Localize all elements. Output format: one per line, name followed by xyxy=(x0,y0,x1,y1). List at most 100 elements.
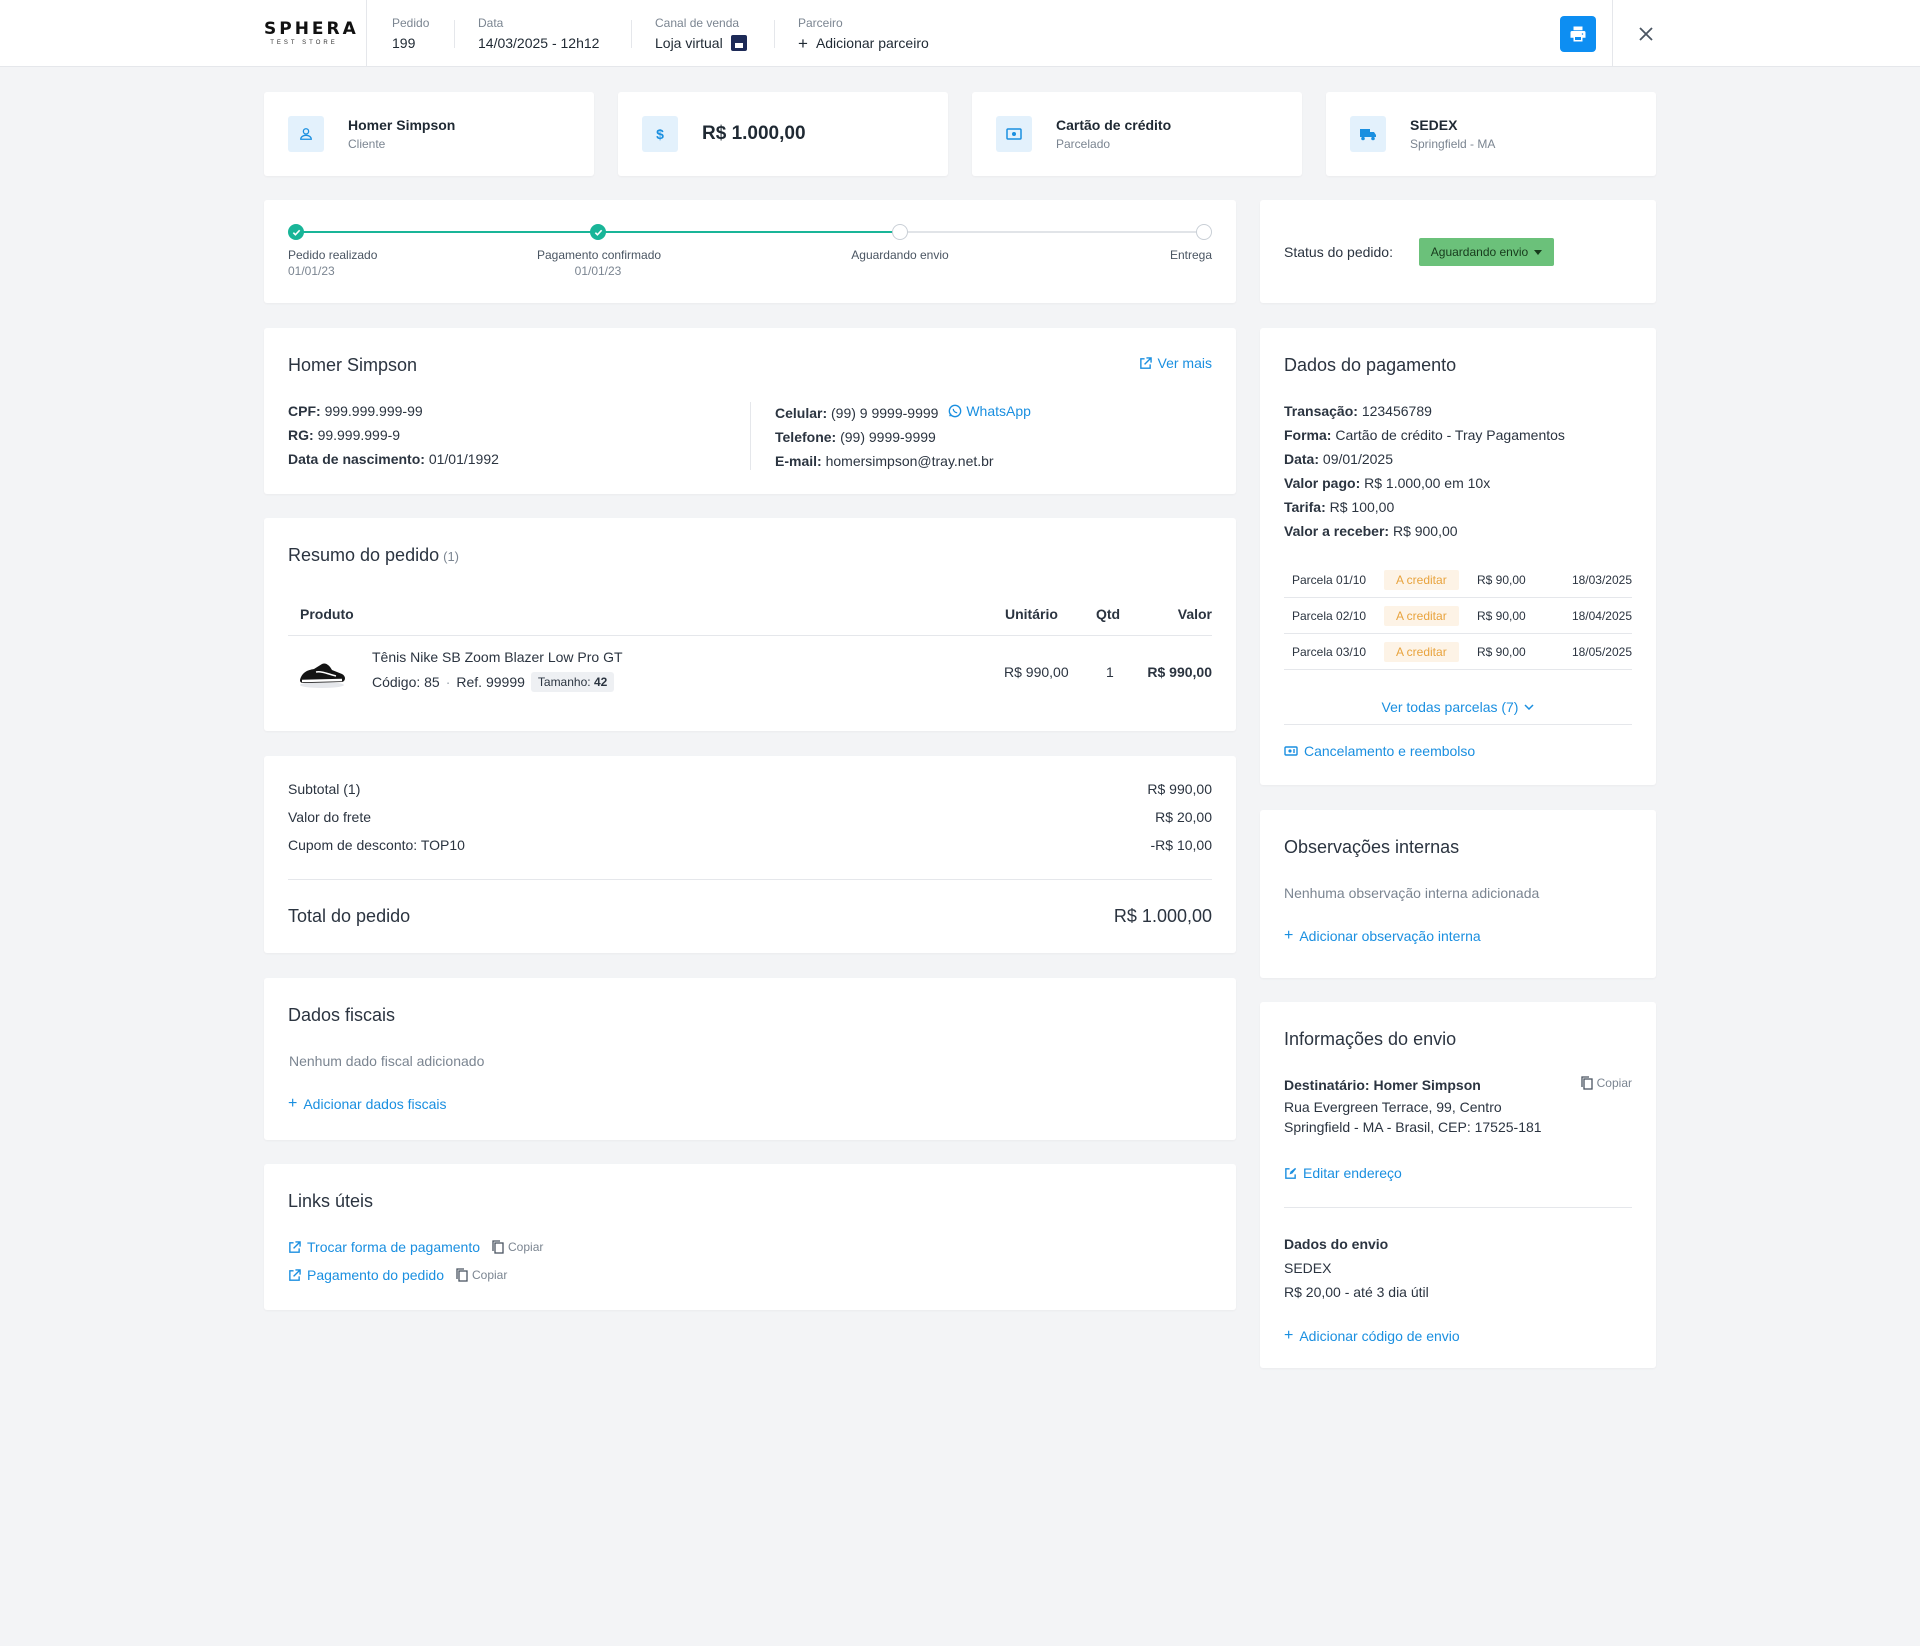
sales-channel-text: Loja virtual xyxy=(655,35,723,51)
plus-icon: + xyxy=(798,33,808,53)
add-tracking-code-label: Adicionar código de envio xyxy=(1299,1328,1460,1344)
installment-row: Parcela 02/10 A creditar R$ 90,00 18/04/… xyxy=(1284,598,1632,634)
amount-summary-card: $ R$ 1.000,00 xyxy=(618,92,948,176)
shipping-info-title: Informações do envio xyxy=(1284,1029,1457,1049)
external-link-icon xyxy=(1139,356,1152,369)
step-date: 01/01/23 xyxy=(288,264,335,278)
divider xyxy=(288,635,1212,636)
order-total-value: R$ 1.000,00 xyxy=(1113,906,1212,926)
user-icon xyxy=(288,116,324,152)
useful-link-row: Pagamento do pedido Copiar xyxy=(288,1267,507,1283)
divider xyxy=(366,0,367,67)
add-partner-link[interactable]: + Adicionar parceiro xyxy=(798,33,929,53)
order-number-value: 199 xyxy=(392,35,416,51)
size-tag: Tamanho: 42 xyxy=(530,672,615,692)
internal-notes-card: Observações internas Nenhuma observação … xyxy=(1260,810,1656,978)
close-button[interactable] xyxy=(1634,22,1658,46)
whatsapp-label: WhatsApp xyxy=(966,403,1031,419)
size-value: 42 xyxy=(593,675,608,689)
add-internal-note-link[interactable]: + Adicionar observação interna xyxy=(1284,927,1481,945)
divider xyxy=(1284,1207,1632,1208)
add-fiscal-link[interactable]: + Adicionar dados fiscais xyxy=(288,1095,447,1113)
progress-line-pending xyxy=(900,231,1204,233)
subtotal-row: Subtotal (1) R$ 990,00 xyxy=(288,781,1212,797)
plus-icon: + xyxy=(1284,1327,1294,1344)
order-date-label: Data xyxy=(478,16,504,30)
payment-summary-card: Cartão de crédito Parcelado xyxy=(972,92,1302,176)
installment-row: Parcela 01/10 A creditar R$ 90,00 18/03/… xyxy=(1284,562,1632,598)
edit-address-link[interactable]: Editar endereço xyxy=(1284,1165,1402,1181)
chevron-down-icon xyxy=(1524,703,1535,710)
recipient-name: Destinatário: Homer Simpson xyxy=(1284,1077,1481,1093)
fiscal-card: Dados fiscais Nenhum dado fiscal adicion… xyxy=(264,978,1236,1140)
add-partner-label: Adicionar parceiro xyxy=(815,35,929,51)
store-logo: SPHERA TEST STORE xyxy=(264,19,359,48)
installment-status-badge: A creditar xyxy=(1384,642,1459,662)
birth-value: 01/01/1992 xyxy=(428,451,499,467)
view-all-installments-label: Ver todas parcelas (7) xyxy=(1381,698,1519,715)
column-header-qty: Qtd xyxy=(1096,606,1121,622)
product-name[interactable]: Tênis Nike SB Zoom Blazer Low Pro GT xyxy=(372,649,623,665)
customer-documents: CPF: 999.999.999-99 RG: 99.999.999-9 Dat… xyxy=(288,399,499,471)
divider xyxy=(631,20,632,48)
installment-label: Parcela 03/10 xyxy=(1292,645,1367,659)
shipping-info-card: Informações do envio Destinatário: Homer… xyxy=(1260,1002,1656,1368)
step-label: Aguardando envio xyxy=(851,248,949,262)
step-check-icon xyxy=(288,224,304,240)
payment-summary-type: Parcelado xyxy=(1056,137,1111,151)
address-line-1: Rua Evergreen Terrace, 99, Centro xyxy=(1284,1099,1502,1115)
divider xyxy=(288,879,1212,880)
installment-row: Parcela 03/10 A creditar R$ 90,00 18/05/… xyxy=(1284,634,1632,670)
installment-value: R$ 90,00 xyxy=(1477,609,1526,623)
whatsapp-link[interactable]: WhatsApp xyxy=(948,399,1031,423)
order-status-dropdown[interactable]: Aguardando envio xyxy=(1419,238,1554,266)
cancel-refund-link[interactable]: Cancelamento e reembolso xyxy=(1284,743,1475,759)
divider xyxy=(454,20,455,48)
cpf-label: CPF: xyxy=(288,403,321,419)
transaction-label: Transação: xyxy=(1284,403,1358,419)
installment-date: 18/03/2025 xyxy=(1571,573,1632,587)
customer-card: Homer Simpson Ver mais CPF: 999.999.999-… xyxy=(264,328,1236,494)
print-button[interactable] xyxy=(1560,16,1596,52)
installment-label: Parcela 02/10 xyxy=(1292,609,1367,623)
receivable-label: Valor a receber: xyxy=(1284,523,1390,539)
change-payment-link[interactable]: Trocar forma de pagamento xyxy=(307,1239,480,1255)
order-number: Pedido 199 xyxy=(392,16,429,53)
product-image xyxy=(296,652,348,692)
plus-icon: + xyxy=(1284,927,1294,944)
copy-label: Copiar xyxy=(1596,1076,1632,1090)
paid-amount-label: Valor pago: xyxy=(1284,475,1361,491)
coupon-value: -R$ 10,00 xyxy=(1150,837,1212,853)
shipping-cost-value: R$ 20,00 xyxy=(1155,809,1212,825)
product-total: R$ 990,00 xyxy=(1147,664,1212,680)
logo-text: SPHERA xyxy=(264,19,359,39)
copy-icon xyxy=(492,1240,504,1254)
copy-button[interactable]: Copiar xyxy=(456,1268,507,1282)
paid-amount-value: R$ 1.000,00 em 10x xyxy=(1364,475,1491,491)
fee-label: Tarifa: xyxy=(1284,499,1326,515)
view-more-link[interactable]: Ver mais xyxy=(1139,355,1212,371)
shipping-summary-location: Springfield - MA xyxy=(1410,137,1496,151)
size-label: Tamanho: xyxy=(537,675,591,689)
shipping-summary-carrier: SEDEX xyxy=(1410,117,1458,133)
phone-label: Telefone: xyxy=(775,429,837,445)
payment-title: Dados do pagamento xyxy=(1284,355,1457,375)
plus-icon: + xyxy=(288,1095,298,1112)
copy-address-button[interactable]: Copiar xyxy=(1580,1076,1632,1090)
order-summary-card: Resumo do pedido (1) Produto Unitário Qtd… xyxy=(264,518,1236,731)
view-all-installments-link[interactable]: Ver todas parcelas (7) xyxy=(1284,689,1632,725)
add-internal-note-label: Adicionar observação interna xyxy=(1299,928,1481,944)
copy-button[interactable]: Copiar xyxy=(492,1240,543,1254)
sales-channel-value: Loja virtual xyxy=(655,33,747,53)
order-payment-link[interactable]: Pagamento do pedido xyxy=(307,1267,444,1283)
order-progress: Pedido realizado 01/01/23 Pagamento conf… xyxy=(264,200,1236,303)
payment-details: Transação: 123456789 Forma: Cartão de cr… xyxy=(1284,399,1565,543)
payment-method-value: Cartão de crédito - Tray Pagamentos xyxy=(1335,427,1565,443)
add-fiscal-label: Adicionar dados fiscais xyxy=(303,1096,447,1112)
receivable-value: R$ 900,00 xyxy=(1392,523,1458,539)
step-pending-dot xyxy=(892,224,908,240)
add-tracking-code-link[interactable]: + Adicionar código de envio xyxy=(1284,1327,1460,1345)
order-number-label: Pedido xyxy=(392,16,430,30)
cell-value: (99) 9 9999-9999 xyxy=(831,405,939,421)
order-date-value: 14/03/2025 - 12h12 xyxy=(478,35,600,51)
